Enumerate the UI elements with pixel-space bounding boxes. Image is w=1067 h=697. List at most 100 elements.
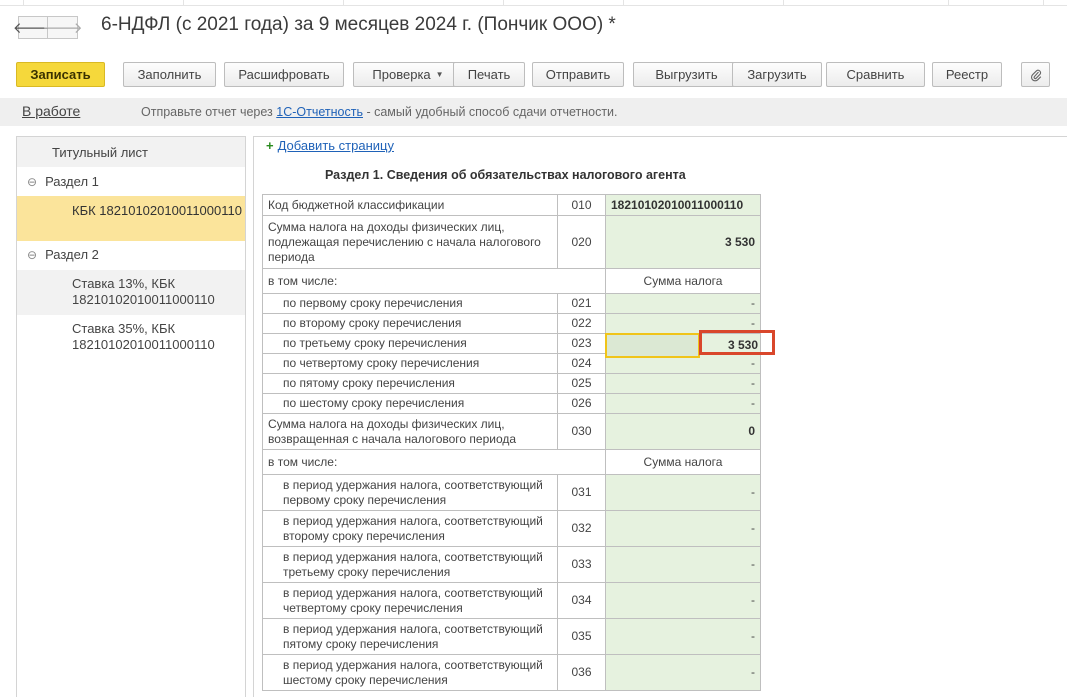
row-label-035: в период удержания налога, соответствующ…	[262, 618, 558, 655]
row-label-025: по пятому сроку перечисления	[262, 373, 558, 394]
row-code-030: 030	[557, 413, 606, 450]
row-label-036: в период удержания налога, соответствующ…	[262, 654, 558, 691]
row-value-033[interactable]: -	[605, 546, 761, 583]
table-row: по первому сроку перечисления 021 -	[262, 293, 761, 314]
caret-down-icon: ▼	[435, 70, 444, 79]
row-label-034: в период удержания налога, соответствующ…	[262, 582, 558, 619]
send-button[interactable]: Отправить	[532, 62, 624, 87]
row-code-024: 024	[557, 353, 606, 374]
table-row: в том числе: Сумма налога	[262, 268, 761, 294]
status-link[interactable]: В работе	[22, 103, 80, 119]
row-value-021[interactable]: -	[605, 293, 761, 314]
add-page-link[interactable]: + Добавить страницу	[266, 138, 394, 153]
info-text: Отправьте отчет через 1С-Отчетность - са…	[141, 105, 618, 119]
table-row: в период удержания налога, соответствующ…	[262, 582, 761, 619]
rate13-line2: 18210102010011000110	[72, 292, 215, 307]
export-button[interactable]: Выгрузить	[633, 62, 740, 87]
table-row: в период удержания налога, соответствующ…	[262, 618, 761, 655]
row-label-032: в период удержания налога, соответствующ…	[262, 510, 558, 547]
row-code-035: 035	[557, 618, 606, 655]
row-code-025: 025	[557, 373, 606, 394]
report-window: 🡐 🡒 6-НДФЛ (с 2021 года) за 9 месяцев 20…	[0, 0, 1067, 697]
row-code-032: 032	[557, 510, 606, 547]
table-row: по пятому сроку перечисления 025 -	[262, 373, 761, 394]
tree-item-rate13[interactable]: Ставка 13%, КБК 18210102010011000110	[72, 276, 215, 308]
row-value-026[interactable]: -	[605, 393, 761, 414]
row-label-033: в период удержания налога, соответствующ…	[262, 546, 558, 583]
active-cell-highlight	[605, 333, 700, 358]
registry-button[interactable]: Реестр	[932, 62, 1002, 87]
row-label-022: по второму сроку перечисления	[262, 313, 558, 334]
table-row: Сумма налога на доходы физических лиц, п…	[262, 215, 761, 269]
row-value-023-text: 3 530	[727, 338, 758, 352]
table-row: Сумма налога на доходы физических лиц, в…	[262, 413, 761, 450]
row-code-026: 026	[557, 393, 606, 414]
tree-item-section1-label: Раздел 1	[45, 174, 99, 189]
row-value-036[interactable]: -	[605, 654, 761, 691]
compare-button[interactable]: Сравнить	[826, 62, 925, 87]
row-code-020: 020	[557, 215, 606, 269]
tree-item-rate35[interactable]: Ставка 35%, КБК 18210102010011000110	[72, 321, 215, 353]
row-value-032[interactable]: -	[605, 510, 761, 547]
reporting-service-link[interactable]: 1С-Отчетность	[276, 105, 363, 119]
table-row: Код бюджетной классификации 010 18210102…	[262, 194, 761, 216]
row-code-033: 033	[557, 546, 606, 583]
row-code-034: 034	[557, 582, 606, 619]
table-row: по шестому сроку перечисления 026 -	[262, 393, 761, 414]
tax-sum-header: Сумма налога	[605, 268, 761, 294]
table-row: в период удержания налога, соответствующ…	[262, 474, 761, 511]
row-value-035[interactable]: -	[605, 618, 761, 655]
row-value-020[interactable]: 3 530	[605, 215, 761, 269]
table-row: в период удержания налога, соответствующ…	[262, 654, 761, 691]
plus-icon: +	[266, 138, 274, 153]
table-row: в период удержания налога, соответствующ…	[262, 546, 761, 583]
row-value-034[interactable]: -	[605, 582, 761, 619]
row-label-024: по четвертому сроку перечисления	[262, 353, 558, 374]
row-value-030[interactable]: 0	[605, 413, 761, 450]
row-code-022: 022	[557, 313, 606, 334]
forward-button[interactable]: 🡒	[42, 16, 83, 39]
row-code-021: 021	[557, 293, 606, 314]
section-tree: Титульный лист ⊖ Раздел 1 КБК 18210102010…	[16, 136, 246, 697]
row-label-030: Сумма налога на доходы физических лиц, в…	[262, 413, 558, 450]
decode-button[interactable]: Расшифровать	[224, 62, 344, 87]
row-label-020: Сумма налога на доходы физических лиц, п…	[262, 215, 558, 269]
save-button[interactable]: Записать	[16, 62, 105, 87]
row-label-031: в период удержания налога, соответствующ…	[262, 474, 558, 511]
navigation-buttons: 🡐 🡒	[13, 16, 83, 39]
row-label-021: по первому сроку перечисления	[262, 293, 558, 314]
page-title: 6-НДФЛ (с 2021 года) за 9 месяцев 2024 г…	[101, 14, 616, 35]
tree-item-section2[interactable]: ⊖ Раздел 2	[27, 247, 99, 262]
collapse-circle-icon[interactable]: ⊖	[27, 175, 37, 189]
fill-button[interactable]: Заполнить	[123, 62, 216, 87]
row-value-025[interactable]: -	[605, 373, 761, 394]
row-code-010: 010	[557, 194, 606, 216]
rate35-line2: 18210102010011000110	[72, 337, 215, 352]
tree-item-section1[interactable]: ⊖ Раздел 1	[27, 174, 99, 189]
table-row: в том числе: Сумма налога	[262, 449, 761, 475]
import-button[interactable]: Загрузить	[732, 62, 822, 87]
rate35-line1: Ставка 35%, КБК	[72, 321, 176, 336]
row-value-023[interactable]: 3 530	[605, 330, 775, 358]
tree-item-kbk-selected[interactable]: КБК 18210102010011000110	[17, 196, 245, 241]
info-bar: В работе Отправьте отчет через 1С-Отчетн…	[0, 98, 1067, 126]
section-title: Раздел 1. Сведения об обязательствах нал…	[325, 168, 686, 182]
row-value-031[interactable]: -	[605, 474, 761, 511]
row-value-010[interactable]: 18210102010011000110	[605, 194, 761, 216]
row-label-026: по шестому сроку перечисления	[262, 393, 558, 414]
check-button[interactable]: Проверка ▼	[353, 62, 463, 87]
table-row: по второму сроку перечисления 022 -	[262, 313, 761, 334]
arrow-right-icon: 🡒	[42, 20, 83, 37]
table-row: в период удержания налога, соответствующ…	[262, 510, 761, 547]
tree-item-title-page[interactable]: Титульный лист	[52, 145, 148, 160]
row-label-010: Код бюджетной классификации	[262, 194, 558, 216]
print-button[interactable]: Печать	[453, 62, 525, 87]
row-code-036: 036	[557, 654, 606, 691]
info-text-before: Отправьте отчет через	[141, 105, 277, 119]
check-button-label: Проверка	[372, 67, 431, 82]
form-table: Код бюджетной классификации 010 18210102…	[262, 194, 775, 691]
attach-button[interactable]	[1021, 62, 1050, 87]
collapse-circle-icon[interactable]: ⊖	[27, 248, 37, 262]
add-page-label: Добавить страницу	[277, 138, 394, 153]
including-label: в том числе:	[262, 268, 606, 294]
